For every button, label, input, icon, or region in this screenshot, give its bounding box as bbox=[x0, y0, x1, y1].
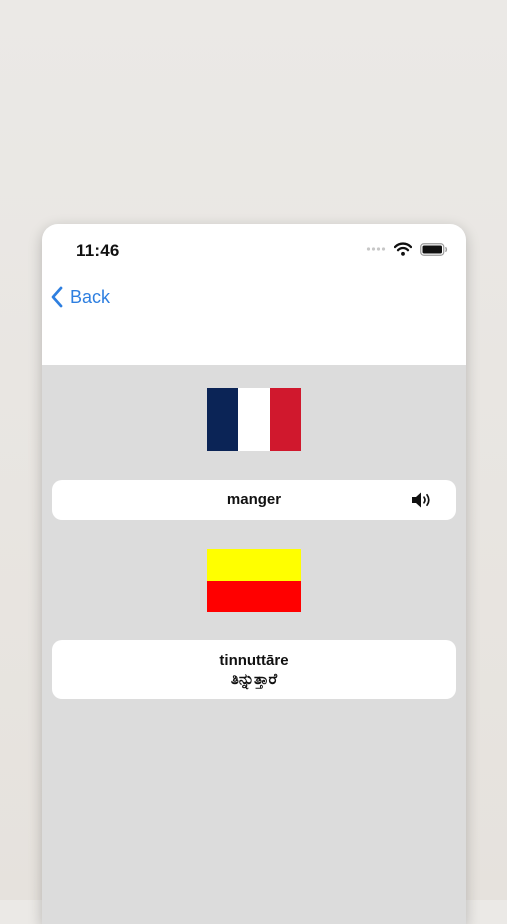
translation-native-script: ತಿನ್ನುತ್ತಾರೆ bbox=[230, 670, 278, 688]
navigation-bar: 11:46 Back bbox=[42, 224, 466, 365]
translation-card: tinnuttāre ತಿನ್ನುತ್ತಾರೆ bbox=[52, 640, 456, 699]
back-label: Back bbox=[70, 286, 111, 307]
karnataka-flag bbox=[207, 549, 301, 612]
source-word: manger bbox=[226, 491, 282, 508]
back-button[interactable]: Back bbox=[50, 286, 110, 308]
chevron-left-icon bbox=[51, 286, 63, 308]
wifi-icon bbox=[394, 242, 412, 256]
source-word-card: manger bbox=[52, 480, 456, 520]
battery-icon bbox=[420, 242, 448, 256]
status-icons bbox=[366, 242, 448, 256]
translation-romanization: tinnuttāre bbox=[219, 651, 289, 669]
phone-screen: 11:46 Back manger tinnuttāre ತಿನ್ನುತ್ತಾರ… bbox=[42, 224, 466, 924]
status-time: 11:46 bbox=[76, 241, 120, 260]
france-flag bbox=[207, 388, 301, 451]
cellular-signal-icon bbox=[366, 247, 386, 251]
speaker-icon[interactable] bbox=[410, 490, 434, 510]
